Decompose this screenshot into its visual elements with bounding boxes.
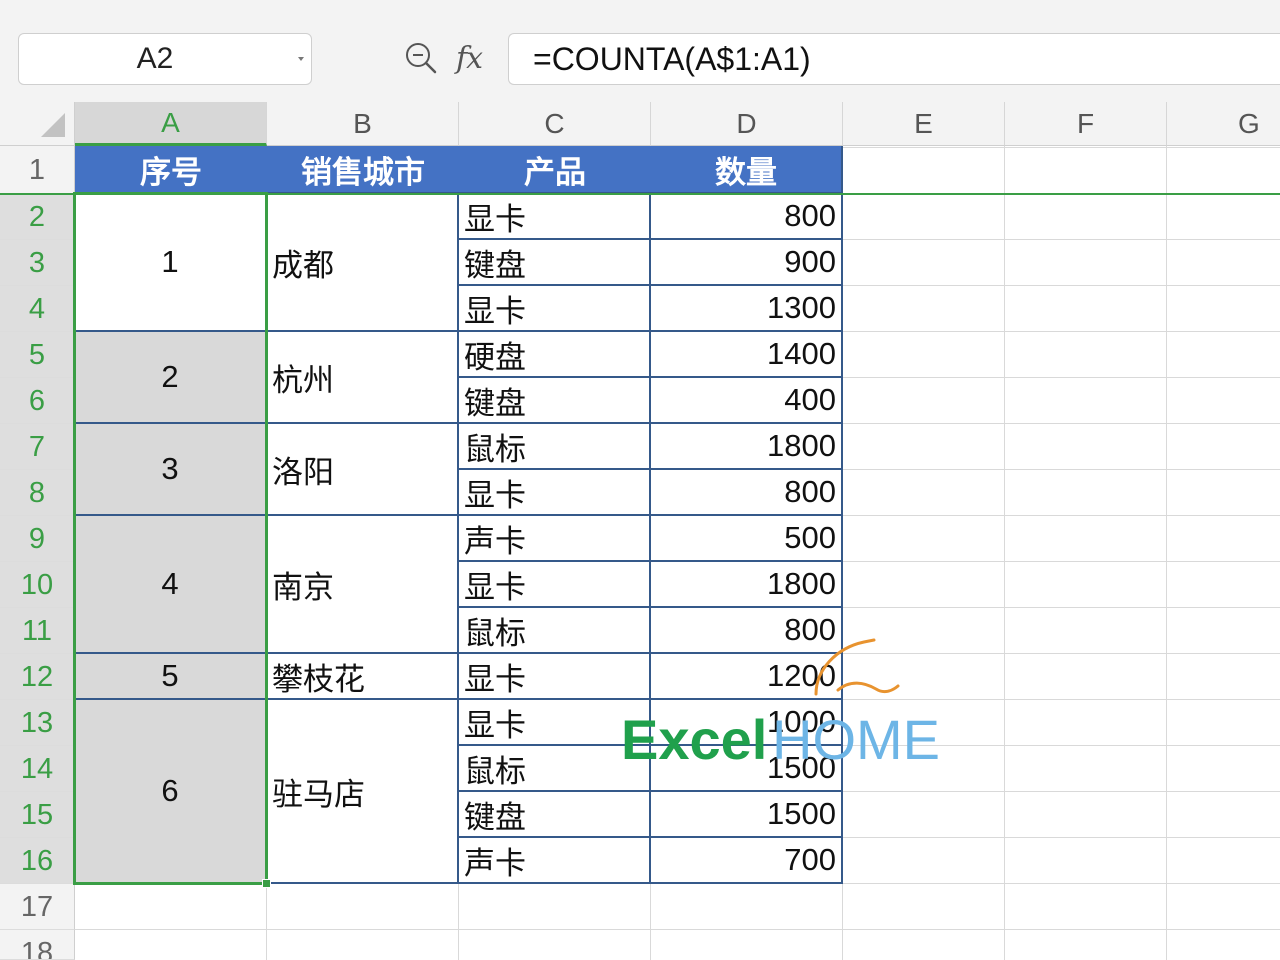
row-header-9[interactable]: 9 (0, 516, 75, 562)
column-header-f[interactable]: F (1005, 102, 1167, 146)
serial-cell[interactable]: 5 (75, 654, 267, 700)
row-header-16[interactable]: 16 (0, 838, 75, 884)
chevron-down-icon[interactable] (298, 57, 304, 61)
row-header-11[interactable]: 11 (0, 608, 75, 654)
product-cell[interactable]: 鼠标 (459, 608, 651, 654)
header-cell-quantity[interactable]: 数量 (651, 146, 843, 194)
quantity-cell[interactable]: 1400 (651, 332, 843, 378)
serial-cell[interactable]: 6 (75, 700, 267, 884)
product-cell[interactable]: 硬盘 (459, 332, 651, 378)
row-header-4[interactable]: 4 (0, 286, 75, 332)
quantity-cell[interactable]: 400 (651, 378, 843, 424)
quantity-cell[interactable]: 1500 (651, 746, 843, 792)
product-cell[interactable]: 显卡 (459, 286, 651, 332)
city-cell[interactable]: 攀枝花 (267, 654, 459, 700)
product-cell[interactable]: 显卡 (459, 654, 651, 700)
product-cell[interactable]: 声卡 (459, 516, 651, 562)
column-header-c[interactable]: C (459, 102, 651, 146)
quantity-cell[interactable]: 800 (651, 194, 843, 240)
quantity-cell[interactable]: 500 (651, 516, 843, 562)
name-box-value: A2 (136, 42, 174, 75)
row-header-10[interactable]: 10 (0, 562, 75, 608)
spreadsheet-grid: A B C D E F G 1 2 3 4 5 6 7 8 9 10 11 12… (0, 102, 1280, 960)
header-cell-serial[interactable]: 序号 (75, 146, 267, 194)
city-cell[interactable]: 成都 (267, 194, 459, 332)
city-cell[interactable]: 杭州 (267, 332, 459, 424)
quantity-cell[interactable]: 900 (651, 240, 843, 286)
product-cell[interactable]: 显卡 (459, 470, 651, 516)
formula-input[interactable]: =COUNTA(A$1:A1) (508, 33, 1280, 85)
row-header-3[interactable]: 3 (0, 240, 75, 286)
serial-cell[interactable]: 2 (75, 332, 267, 424)
serial-cell[interactable]: 3 (75, 424, 267, 516)
quantity-cell[interactable]: 1200 (651, 654, 843, 700)
quantity-cell[interactable]: 1000 (651, 700, 843, 746)
zoom-out-icon[interactable] (403, 40, 439, 76)
row-header-15[interactable]: 15 (0, 792, 75, 838)
row-header-13[interactable]: 13 (0, 700, 75, 746)
city-cell[interactable]: 驻马店 (267, 700, 459, 884)
quantity-cell[interactable]: 1500 (651, 792, 843, 838)
product-cell[interactable]: 显卡 (459, 700, 651, 746)
name-box[interactable]: A2 (18, 33, 312, 85)
row-header-18[interactable]: 18 (0, 930, 75, 960)
row-header-7[interactable]: 7 (0, 424, 75, 470)
header-cell-product[interactable]: 产品 (459, 146, 651, 194)
product-cell[interactable]: 显卡 (459, 562, 651, 608)
quantity-cell[interactable]: 1800 (651, 424, 843, 470)
column-header-d[interactable]: D (651, 102, 843, 146)
row-header-6[interactable]: 6 (0, 378, 75, 424)
serial-cell[interactable]: 4 (75, 516, 267, 654)
city-cell[interactable]: 洛阳 (267, 424, 459, 516)
row-header-2[interactable]: 2 (0, 194, 75, 240)
select-all-triangle-icon (41, 113, 65, 137)
column-header-b[interactable]: B (267, 102, 459, 146)
product-cell[interactable]: 键盘 (459, 240, 651, 286)
column-header-a[interactable]: A (75, 102, 267, 146)
header-cell-city[interactable]: 销售城市 (267, 146, 459, 194)
select-all-corner[interactable] (0, 102, 75, 146)
insert-function-icon[interactable]: fx (456, 38, 483, 80)
formula-toolbar: A2 fx =COUNTA(A$1:A1) (0, 0, 1280, 102)
product-cell[interactable]: 显卡 (459, 194, 651, 240)
product-cell[interactable]: 键盘 (459, 378, 651, 424)
product-cell[interactable]: 鼠标 (459, 424, 651, 470)
formula-text: =COUNTA(A$1:A1) (533, 41, 811, 77)
quantity-cell[interactable]: 800 (651, 470, 843, 516)
row-header-12[interactable]: 12 (0, 654, 75, 700)
product-cell[interactable]: 声卡 (459, 838, 651, 884)
row-header-5[interactable]: 5 (0, 332, 75, 378)
column-header-e[interactable]: E (843, 102, 1005, 146)
row-header-17[interactable]: 17 (0, 884, 75, 930)
quantity-cell[interactable]: 1300 (651, 286, 843, 332)
row-header-14[interactable]: 14 (0, 746, 75, 792)
quantity-cell[interactable]: 1800 (651, 562, 843, 608)
product-cell[interactable]: 鼠标 (459, 746, 651, 792)
quantity-cell[interactable]: 800 (651, 608, 843, 654)
city-cell[interactable]: 南京 (267, 516, 459, 654)
serial-cell[interactable]: 1 (75, 194, 267, 332)
quantity-cell[interactable]: 700 (651, 838, 843, 884)
column-header-g[interactable]: G (1167, 102, 1280, 146)
row-header-8[interactable]: 8 (0, 470, 75, 516)
product-cell[interactable]: 键盘 (459, 792, 651, 838)
row-header-1[interactable]: 1 (0, 146, 75, 194)
